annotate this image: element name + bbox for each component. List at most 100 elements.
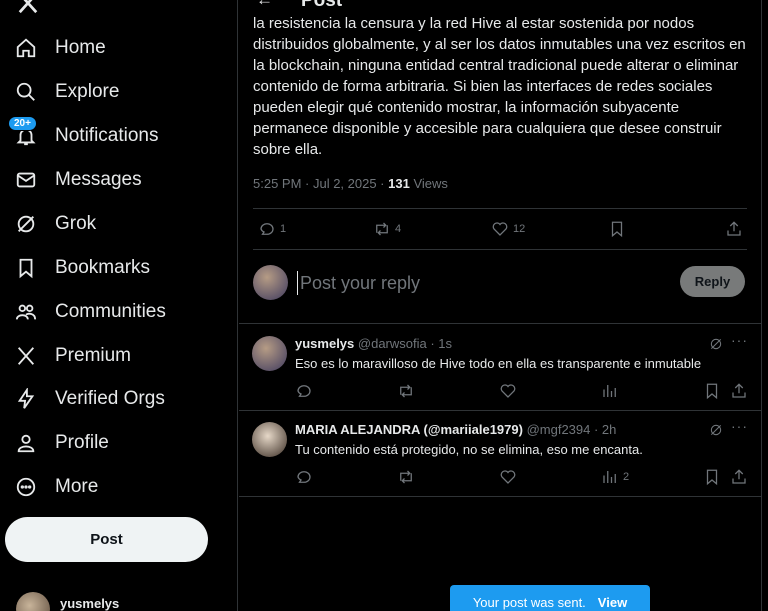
reply-action[interactable] [295,468,313,486]
nav-communities[interactable]: Communities [14,294,166,330]
reply-text: Tu contenido está protegido, no se elimi… [295,442,643,457]
reply-input[interactable] [297,271,667,295]
nav-more[interactable]: More [14,469,98,505]
reply-action[interactable]: 1 [258,220,286,238]
reply-item[interactable]: MARIA ALEJANDRA (@mariiale1979) @mgf2394… [239,410,762,496]
analytics-icon [603,385,616,397]
like-action[interactable]: 12 [491,220,525,238]
reply-author-handle[interactable]: @mgf2394 · 2h [527,422,617,437]
views-count: 131 [388,176,410,191]
more-icon[interactable]: ··· [731,418,748,434]
bookmark-action[interactable] [608,220,626,238]
notification-badge: 20+ [8,116,37,131]
envelope-icon [14,168,38,192]
share-icon [732,383,746,398]
home-icon [14,36,38,60]
nav-explore[interactable]: Explore [14,74,119,110]
nav-communities-label: Communities [55,301,166,322]
reply-count: 1 [280,223,287,235]
nav-profile-label: Profile [55,432,109,453]
bell-icon: 20+ [8,116,38,148]
x-logo-icon [14,344,38,368]
nav-profile[interactable]: Profile [14,425,109,461]
reply-item[interactable]: yusmelys @darwsofia · 1s ··· Eso es lo m… [239,324,762,410]
repost-action[interactable] [397,382,415,400]
x-logo-icon[interactable] [16,0,40,14]
views-action[interactable] [601,382,623,400]
account-name: yusmelys [60,596,120,611]
more-icon: ··· [204,606,218,611]
bookmark-icon [706,383,718,400]
nav-verified-orgs-label: Verified Orgs [55,388,165,409]
toast-view-link[interactable]: View [598,595,627,610]
reply-author-name[interactable]: MARIA ALEJANDRA (@mariiale1979) [295,422,523,437]
share-action[interactable] [725,220,743,238]
repost-count: 4 [395,223,402,235]
post-button[interactable]: Post [5,517,208,562]
heart-icon [500,384,516,398]
comment-icon [297,471,311,483]
post-body: la resistencia la censura y la red Hive … [253,15,746,158]
views-count: 2 [623,471,630,483]
post-meta: 5:25 PM · Jul 2, 2025 · 131 Views [253,176,448,191]
repost-icon [376,222,388,236]
bookmark-action[interactable] [703,382,721,400]
avatar [253,265,288,300]
nav-home[interactable]: Home [14,30,106,66]
nav-grok[interactable]: Grok [14,206,96,242]
repost-action[interactable] [397,468,415,486]
heart-icon [500,470,516,484]
repost-action[interactable]: 4 [373,220,401,238]
share-action[interactable] [730,468,748,486]
post-timestamp[interactable]: 5:25 PM · Jul 2, 2025 · [253,176,388,191]
like-action[interactable] [499,468,517,486]
more-circle-icon [14,475,38,499]
bookmark-action[interactable] [703,468,721,486]
nav-messages-label: Messages [55,169,142,190]
back-arrow-icon[interactable]: ← [256,0,273,10]
comment-icon [297,385,311,397]
nav-premium-label: Premium [55,345,132,366]
share-icon [732,469,746,484]
more-icon[interactable]: ··· [731,332,748,348]
avatar[interactable] [252,422,287,457]
reply-action[interactable] [295,382,313,400]
nav-messages[interactable]: Messages [14,162,142,198]
person-icon [14,431,38,455]
reply-composer: Reply [253,265,747,305]
grok-icon [14,212,38,236]
nav-notifications-label: Notifications [55,125,159,146]
reply-header: yusmelys @darwsofia · 1s [295,336,452,351]
nav-grok-label: Grok [55,213,97,234]
nav-bookmarks-label: Bookmarks [55,257,151,278]
views-label: Views [409,176,448,191]
reply-author-name[interactable]: yusmelys [295,336,354,351]
like-action[interactable] [499,382,517,400]
repost-icon [400,384,412,398]
post-detail-column: ← Post la resistencia la censura y la re… [239,0,762,611]
nav-premium[interactable]: Premium [14,338,131,374]
share-action[interactable] [730,382,748,400]
reply-header: MARIA ALEJANDRA (@mariiale1979) @mgf2394… [295,422,616,437]
avatar[interactable] [252,336,287,371]
repost-icon [400,470,412,484]
reply-author-handle[interactable]: @darwsofia · 1s [358,336,452,351]
nav-notifications[interactable]: 20+ Notifications [8,116,159,154]
nav-bookmarks[interactable]: Bookmarks [14,250,150,286]
lightning-icon [14,387,38,411]
nav-explore-label: Explore [55,81,120,102]
grok-icon[interactable] [709,337,723,356]
page-title: Post [301,0,343,11]
heart-icon [492,222,508,236]
avatar [16,592,50,611]
divider [239,496,762,497]
views-action[interactable]: 2 [601,468,629,486]
grok-icon[interactable] [709,423,723,442]
account-switcher[interactable]: yusmelys ··· [16,592,218,611]
nav-verified-orgs[interactable]: Verified Orgs [14,381,165,417]
reply-text: Eso es lo maravilloso de Hive todo en el… [295,356,702,371]
divider [253,249,747,250]
reply-button[interactable]: Reply [680,266,745,297]
comment-icon [260,223,274,235]
left-nav: Home Explore 20+ Notifications Messages … [0,0,238,611]
